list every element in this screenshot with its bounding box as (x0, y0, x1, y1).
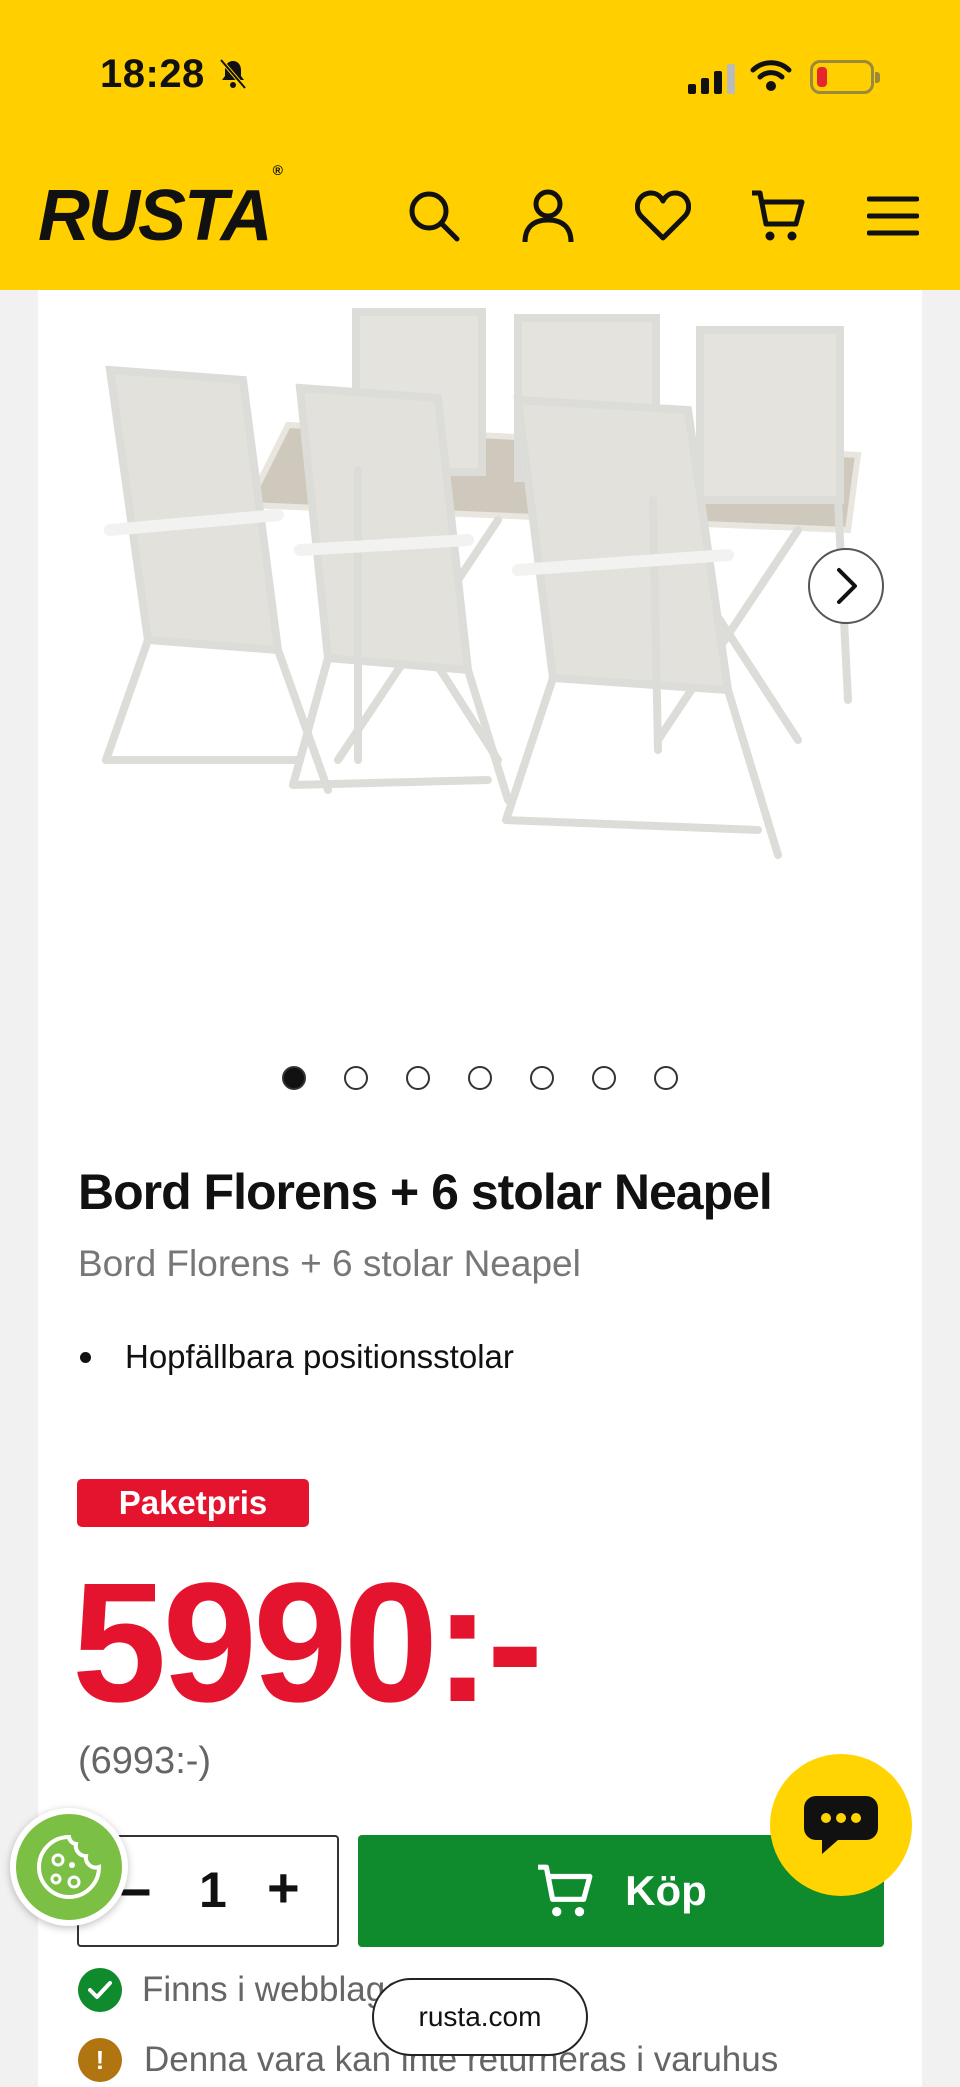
battery-icon (810, 60, 880, 94)
browser-url-bar[interactable]: rusta.com (372, 1978, 588, 2056)
gallery-pagination (0, 1066, 960, 1096)
chevron-right-icon (837, 568, 857, 604)
chat-bubble-icon (804, 1796, 878, 1854)
check-icon (78, 1968, 122, 2012)
feature-text: Hopfällbara positionsstolar (125, 1338, 514, 1375)
menu-icon[interactable] (865, 188, 921, 244)
signal-icon (688, 62, 735, 94)
product-subtitle: Bord Florens + 6 stolar Neapel (78, 1243, 581, 1284)
feature-list-item: Hopfällbara positionsstolar (80, 1338, 514, 1376)
product-image (102, 308, 862, 859)
wifi-icon (750, 60, 792, 91)
search-icon[interactable] (406, 188, 462, 244)
cart-icon (538, 1864, 593, 1917)
price: 5990:- (72, 1548, 543, 1738)
bullet-icon (80, 1351, 91, 1363)
status-time: 18:28 (100, 52, 205, 96)
header-bar: 18:28 RUSTA® (0, 0, 960, 290)
account-icon[interactable] (520, 188, 576, 244)
gallery-dot[interactable] (344, 1066, 368, 1090)
product-title: Bord Florens + 6 stolar Neapel (78, 1164, 773, 1220)
cookie-icon (37, 1834, 102, 1899)
cookie-settings-button[interactable] (10, 1808, 128, 1926)
gallery-dot[interactable] (530, 1066, 554, 1090)
info-icon: ! (78, 2038, 122, 2082)
chat-button[interactable] (770, 1754, 912, 1896)
quantity-increase-button[interactable]: + (267, 1855, 300, 1920)
gallery-dot[interactable] (282, 1066, 306, 1090)
gallery-next-button[interactable] (808, 548, 884, 624)
stock-status: Finns i webblager (78, 1968, 416, 2012)
gallery-dot[interactable] (468, 1066, 492, 1090)
quantity-value[interactable]: 1 (199, 1861, 227, 1919)
rusta-logo[interactable]: RUSTA® (38, 163, 283, 252)
cart-icon[interactable] (750, 188, 806, 244)
bell-muted-icon (219, 58, 247, 90)
heart-icon[interactable] (635, 188, 691, 244)
product-image-gallery[interactable] (38, 290, 922, 1050)
gallery-dot[interactable] (406, 1066, 430, 1090)
gallery-dot[interactable] (654, 1066, 678, 1090)
page: 18:28 RUSTA® Bord Florens + 6 stolar Nea… (0, 0, 960, 2087)
price-badge: Paketpris (77, 1479, 309, 1527)
gallery-dot[interactable] (592, 1066, 616, 1090)
ordinary-price: (6993:-) (78, 1740, 212, 1782)
buy-label: Köp (625, 1867, 707, 1914)
